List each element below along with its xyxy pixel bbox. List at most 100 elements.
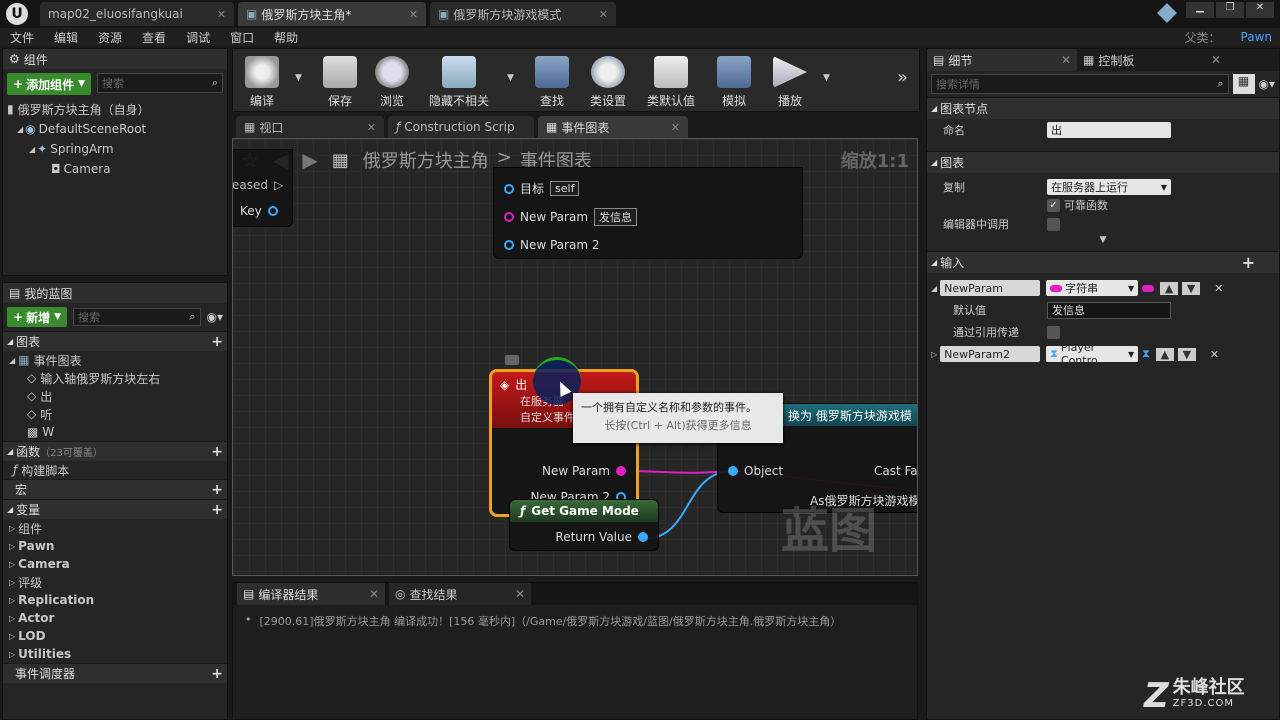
expand-icon[interactable]: ▷ [931,350,937,359]
expand-advanced-icon[interactable]: ▼ [1100,235,1107,251]
save-button[interactable]: 保存 [313,53,367,109]
event-item[interactable]: ◇ 输入轴俄罗斯方块左右 [3,369,227,387]
close-icon[interactable]: ✕ [367,121,376,134]
variable-group[interactable]: ▷ Camera [3,555,227,573]
search-icon[interactable]: ⌕ [189,310,195,324]
section-graph[interactable]: ◢ 图表 [927,151,1279,173]
event-graph-item[interactable]: ◢ ▦ 事件图表 [3,351,227,369]
variable-group[interactable]: ▷ Pawn [3,537,227,555]
tab-game-mode[interactable]: ▣ 俄罗斯方块游戏模式 ✕ [430,2,616,26]
add-variable-icon[interactable]: + [211,502,223,518]
section-graph-node[interactable]: ◢ 图表节点 [927,97,1279,119]
section-graphs[interactable]: ◢ 图表 + [3,331,227,351]
chevron-down-icon[interactable]: ▼ [507,73,514,83]
cast-failed-pin[interactable]: Cast Fa [874,464,917,478]
component-spring-arm[interactable]: ◢ ✦ SpringArm [7,139,227,159]
toolbar-overflow-icon[interactable]: » [897,67,908,88]
move-up-icon[interactable]: ▲ [1155,347,1174,361]
move-up-icon[interactable]: ▲ [1160,281,1179,295]
param2-name-field[interactable]: NewParam2 [940,346,1041,362]
find-button[interactable]: 查找 [525,53,579,109]
move-down-icon[interactable]: ▼ [1177,347,1196,361]
tab-construction-script[interactable]: ƒ Construction Scrip [388,116,534,138]
component-default-scene-root[interactable]: ◢ ◉ DefaultSceneRoot [7,119,227,139]
eye-icon[interactable]: ◉▾ [207,310,224,324]
replicate-dropdown[interactable]: 在服务器上运行 ▼ [1047,179,1171,195]
tab-hero-blueprint[interactable]: ▣ 俄罗斯方块主角* ✕ [238,2,426,26]
maximize-icon[interactable]: ❐ [1216,2,1244,18]
component-self[interactable]: ▮ 俄罗斯方块主角（自身） [7,99,227,119]
variable-group[interactable]: ▷ LOD [3,627,227,645]
section-inputs[interactable]: ◢ 输入 + [927,251,1279,273]
return-value-pin[interactable]: Return Value [555,530,648,544]
menu-asset[interactable]: 资源 [88,29,132,46]
hide-unrelated-button[interactable]: 隐藏不相关 [423,53,495,109]
menu-file[interactable]: 文件 [0,29,44,46]
close-window-icon[interactable]: ✕ [1246,2,1274,18]
menu-edit[interactable]: 编辑 [44,29,88,46]
expand-icon[interactable]: ◢ [17,125,23,134]
eye-icon[interactable]: ◉▾ [1259,77,1276,91]
minimize-icon[interactable]: ▁ [1186,2,1214,18]
parent-class-link[interactable]: Pawn [1231,30,1280,44]
search-icon[interactable]: ⌕ [212,76,218,90]
event-graph-canvas[interactable]: ☆ ◀ ▶ ▦ 俄罗斯方块主角 > 事件图表 缩放1:1 eased▷ Key … [232,138,918,576]
name-field[interactable]: 出 [1047,122,1171,138]
event-item[interactable]: ◇ 听 [3,405,227,423]
menu-view[interactable]: 查看 [132,29,176,46]
call-event-node[interactable]: 目标 self New Param 发信息 New Param 2 [493,167,803,259]
event-item[interactable]: ◇ 出 [3,387,227,405]
menu-help[interactable]: 帮助 [264,29,308,46]
blueprint-search-input[interactable]: 搜索 ⌕ [73,308,201,326]
variable-group[interactable]: ▷ Actor [3,609,227,627]
section-macros[interactable]: 宏 + [3,479,227,499]
add-input-icon[interactable]: + [1242,253,1255,272]
container-type-icon[interactable]: ⧗ [1142,347,1150,361]
close-icon[interactable]: ✕ [409,8,418,21]
source-control-icon[interactable] [1157,3,1177,23]
component-camera[interactable]: ◘ Camera [7,159,227,179]
add-dispatcher-icon[interactable]: + [211,666,223,682]
menu-debug[interactable]: 调试 [176,29,220,46]
component-search-input[interactable]: 搜索 ⌕ [97,73,223,93]
event-item[interactable]: ▩ W [3,423,227,441]
variable-group[interactable]: ▷ Utilities [3,645,227,663]
container-type-icon[interactable] [1142,284,1155,292]
add-component-button[interactable]: + 添加组件 ▼ [7,73,91,95]
section-variables[interactable]: ◢ 变量 + [3,499,227,519]
get-game-mode-node[interactable]: ƒ Get Game Mode Return Value [509,499,659,551]
add-function-icon[interactable]: + [211,444,223,460]
released-pin[interactable]: eased ▷ [233,178,283,192]
reliable-checkbox[interactable]: ✓ [1047,198,1060,212]
new-param-2-pin[interactable]: New Param 2 [504,238,599,252]
property-matrix-icon[interactable]: ▦ [1232,74,1255,94]
pass-by-ref-checkbox[interactable] [1047,325,1060,339]
variable-group[interactable]: ▷ 组件 [3,519,227,537]
close-icon[interactable]: ✕ [1211,53,1221,67]
close-icon[interactable]: ✕ [599,8,608,21]
close-icon[interactable]: ✕ [671,121,680,134]
variable-group[interactable]: ▷ 评级 [3,573,227,591]
breadcrumb-root[interactable]: 俄罗斯方块主角 [363,147,489,173]
section-functions[interactable]: ◢ 函数 （23可覆盖） + [3,441,227,461]
construction-script-item[interactable]: ƒ 构建脚本 [3,461,227,479]
chevron-down-icon[interactable]: ▼ [823,73,830,83]
menu-window[interactable]: 窗口 [220,29,264,46]
comment-bubble-icon[interactable] [505,355,519,365]
delete-icon[interactable]: ✕ [1214,282,1223,295]
tab-details[interactable]: ▤ 细节 ✕ [927,49,1077,71]
expand-icon[interactable]: ◢ [29,145,35,154]
compile-button[interactable]: 编译 [235,53,289,109]
new-param-pin[interactable]: New Param 发信息 [504,208,638,226]
close-icon[interactable]: ✕ [515,587,525,601]
browse-button[interactable]: 浏览 [365,53,419,109]
param1-name-field[interactable]: NewParam [940,280,1041,296]
tab-find-results[interactable]: ◎ 查找结果 ✕ [389,583,531,605]
tab-palette[interactable]: ▦ 控制板 ✕ [1077,49,1227,71]
event-param-pin[interactable]: New Param [542,464,626,478]
collapse-icon[interactable]: ◢ [931,284,937,293]
play-button[interactable]: 播放 [763,53,817,109]
param2-type-dropdown[interactable]: ⧗ Player Contro ▼ [1046,341,1139,367]
delete-icon[interactable]: ✕ [1210,348,1219,361]
search-icon[interactable]: ⌕ [1217,77,1223,91]
